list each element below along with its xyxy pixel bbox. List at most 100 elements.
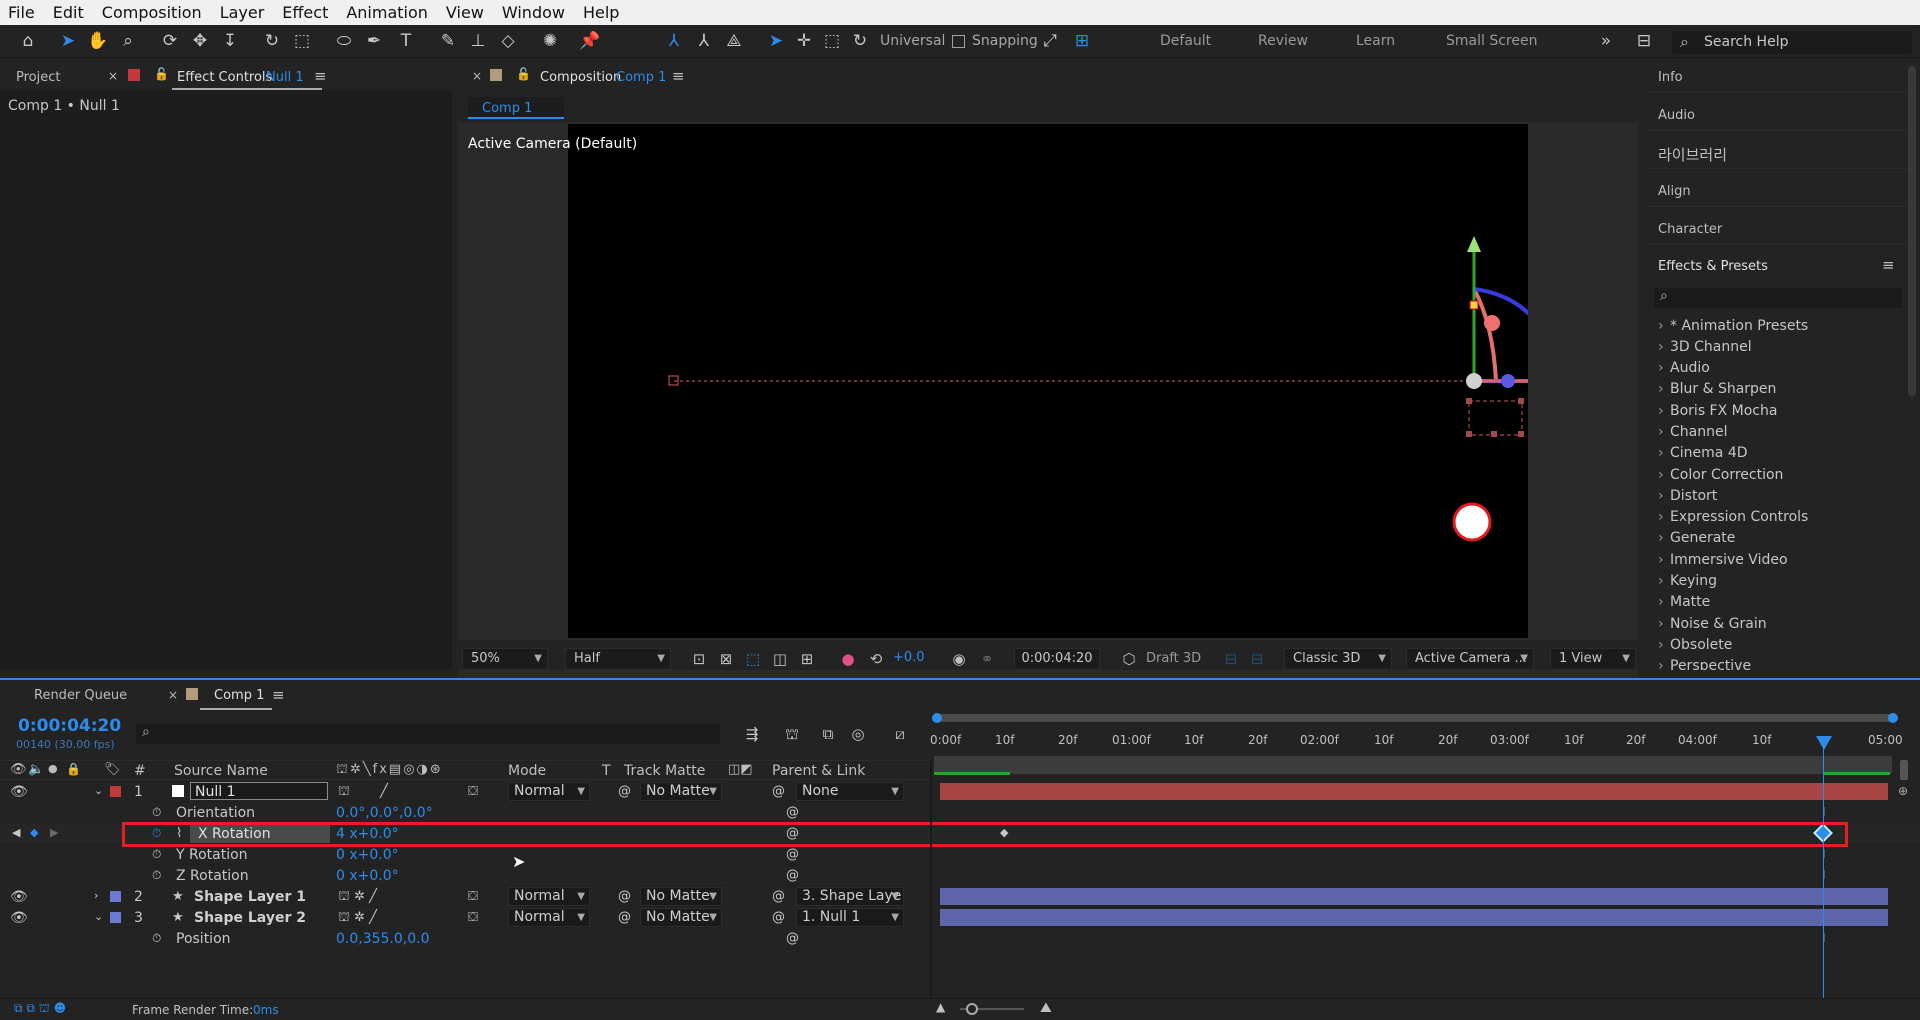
close-icon[interactable]: ×: [472, 69, 482, 83]
comp-mini-flowchart-icon[interactable]: ⇶: [740, 722, 764, 746]
more-workspaces-icon[interactable]: »: [1594, 29, 1618, 53]
brush-tool-icon[interactable]: ✎: [436, 29, 460, 53]
workspace-menu-icon[interactable]: ⊟: [1632, 29, 1656, 53]
track-matte-dropdown[interactable]: No Matte ▼: [640, 887, 722, 906]
tab-render-queue[interactable]: Render Queue: [34, 688, 127, 703]
effects-category[interactable]: Keying: [1658, 573, 1717, 589]
pan-tool-icon[interactable]: ✥: [188, 29, 212, 53]
expression-pickwhip-icon[interactable]: @: [786, 868, 799, 883]
parent-pickwhip-icon[interactable]: @: [772, 910, 785, 925]
snapshot-camera-icon[interactable]: ◉: [948, 648, 970, 670]
effects-category[interactable]: Cinema 4D: [1658, 445, 1747, 461]
shy-switch-icon[interactable]: ⛫ ✲ ╱: [338, 910, 377, 927]
bounds-handle[interactable]: [1466, 431, 1472, 437]
panel-effects-presets[interactable]: Effects & Presets: [1658, 259, 1768, 274]
parent-dropdown[interactable]: 1. Null 1 ▼: [796, 908, 904, 927]
panel-menu-icon[interactable]: ≡: [1882, 256, 1895, 274]
frame-blending-icon[interactable]: ⧉: [816, 722, 840, 746]
zoom-in-icon[interactable]: ⛰: [1040, 1000, 1052, 1016]
effects-category[interactable]: Matte: [1658, 594, 1710, 610]
expand-toggle-icon[interactable]: ⌄: [94, 784, 103, 797]
layer-label-color[interactable]: [110, 891, 121, 902]
bounds-handle[interactable]: [1466, 398, 1472, 404]
stopwatch-icon[interactable]: ⏱: [152, 931, 161, 946]
menu-edit[interactable]: Edit: [45, 3, 94, 22]
expand-toggle-icon[interactable]: ⌄: [94, 910, 103, 923]
expression-pickwhip-icon[interactable]: @: [786, 847, 799, 862]
shy-switch-icon[interactable]: ⛫ ✲ ╱: [338, 889, 377, 906]
work-area-bar[interactable]: [934, 714, 1894, 722]
close-icon[interactable]: ×: [108, 69, 118, 83]
motion-blur-icon[interactable]: ◎: [846, 722, 870, 746]
zoom-slider-thumb[interactable]: [966, 1003, 978, 1015]
video-visibility-icon[interactable]: 👁: [10, 889, 28, 905]
view-axis-mode-icon[interactable]: ⟁: [722, 29, 746, 53]
column-source-name[interactable]: Source Name: [174, 763, 268, 779]
snapping-checkbox[interactable]: [952, 35, 965, 48]
y-rotation-value[interactable]: 0 x+0.0°: [336, 847, 399, 863]
timeline-scroll-handle[interactable]: [1900, 760, 1908, 780]
effects-category[interactable]: Channel: [1658, 424, 1728, 440]
expression-pickwhip-icon[interactable]: @: [786, 805, 799, 820]
eraser-tool-icon[interactable]: ◇: [496, 29, 520, 53]
3d-layer-switch-icon[interactable]: ⛋: [468, 889, 478, 904]
stopwatch-icon[interactable]: ⏱: [152, 805, 161, 820]
resolution-dropdown[interactable]: Half ▼: [565, 648, 671, 670]
3d-scale-icon[interactable]: ⬚: [820, 29, 844, 53]
tab-effect-controls[interactable]: Effect Controls: [177, 70, 272, 85]
show-snapshot-icon[interactable]: ⚭: [976, 648, 998, 670]
reset-exposure-icon[interactable]: ⟲: [865, 648, 887, 670]
ground-plane-icon[interactable]: ⊟: [1246, 648, 1268, 670]
layer-row-shape-layer-1[interactable]: 👁 › 2 ★ Shape Layer 1 ⛫ ✲ ╱ ⛋ Normal ▼ @ …: [0, 886, 1920, 907]
stopwatch-icon[interactable]: ⏱: [152, 868, 161, 883]
pan-behind-tool-icon[interactable]: ⬚: [290, 29, 314, 53]
local-axis-mode-icon[interactable]: ⅄: [662, 29, 686, 53]
video-visibility-icon[interactable]: 👁: [10, 762, 27, 777]
track-matte-dropdown[interactable]: No Matte ▼: [640, 908, 722, 927]
effects-category[interactable]: Immersive Video: [1658, 552, 1787, 568]
3d-layer-switch-icon[interactable]: ⛋: [468, 910, 478, 925]
draft-3d-icon[interactable]: ⬡: [1118, 648, 1140, 670]
orbit-tool-icon[interactable]: ⟳: [158, 29, 182, 53]
panel-info[interactable]: Info: [1658, 70, 1683, 85]
tab-composition[interactable]: Composition: [540, 70, 621, 85]
panel-menu-icon[interactable]: ≡: [272, 686, 285, 704]
layer-mode-dropdown[interactable]: Normal ▼: [508, 908, 590, 927]
work-area-start-handle[interactable]: [932, 713, 942, 723]
right-panel-scrollbar[interactable]: [1908, 66, 1916, 396]
extended-viewer-icon[interactable]: ⊟: [1220, 648, 1242, 670]
video-visibility-icon[interactable]: 👁: [10, 784, 28, 800]
effects-category[interactable]: 3D Channel: [1658, 339, 1752, 355]
panel-libraries[interactable]: 라이브러리: [1658, 144, 1727, 165]
menu-animation[interactable]: Animation: [338, 3, 438, 22]
selection-tool-icon[interactable]: ➤: [56, 29, 80, 53]
effects-category[interactable]: Audio: [1658, 360, 1710, 376]
zoom-dropdown[interactable]: 50% ▼: [462, 648, 548, 670]
renderer-dropdown[interactable]: Classic 3D ▼: [1284, 648, 1392, 670]
menu-help[interactable]: Help: [575, 3, 629, 22]
layer-duration-bar[interactable]: [940, 783, 1888, 800]
comp-marker-icon[interactable]: ⊕: [1898, 784, 1908, 798]
comp-subtab[interactable]: Comp 1: [468, 97, 564, 119]
type-tool-icon[interactable]: T: [394, 29, 418, 53]
effects-category[interactable]: Expression Controls: [1658, 509, 1808, 525]
layer-row-shape-layer-2[interactable]: 👁 ⌄ 3 ★ Shape Layer 2 ⛫ ✲ ╱ ⛋ Normal ▼ @ …: [0, 907, 1920, 928]
parent-dropdown[interactable]: 3. Shape Laye ▼: [796, 887, 904, 906]
3d-selection-icon[interactable]: ➤: [764, 29, 788, 53]
color-channels-icon[interactable]: ●: [837, 648, 859, 670]
orientation-value[interactable]: 0.0°,0.0°,0.0°: [336, 805, 433, 821]
expression-pickwhip-icon[interactable]: @: [786, 931, 799, 946]
snap-option-icon[interactable]: ⤢: [1038, 29, 1062, 53]
pen-tool-icon[interactable]: ✒: [362, 29, 386, 53]
z-axis-handle[interactable]: [1501, 374, 1515, 388]
y-axis-arrow[interactable]: [1467, 236, 1481, 252]
layer-name[interactable]: Shape Layer 1: [194, 889, 306, 905]
graph-editor-icon[interactable]: ⧄: [888, 722, 912, 746]
matte-pickwhip-icon[interactable]: @: [618, 889, 631, 904]
effects-category[interactable]: Color Correction: [1658, 467, 1783, 483]
rotate-tool-icon[interactable]: ↻: [260, 29, 284, 53]
white-circle-shape[interactable]: [1452, 502, 1492, 542]
shy-switch-icon[interactable]: ⛫: [338, 784, 350, 801]
ellipse-tool-icon[interactable]: ⬭: [332, 29, 356, 53]
matte-pickwhip-icon[interactable]: @: [618, 784, 631, 799]
